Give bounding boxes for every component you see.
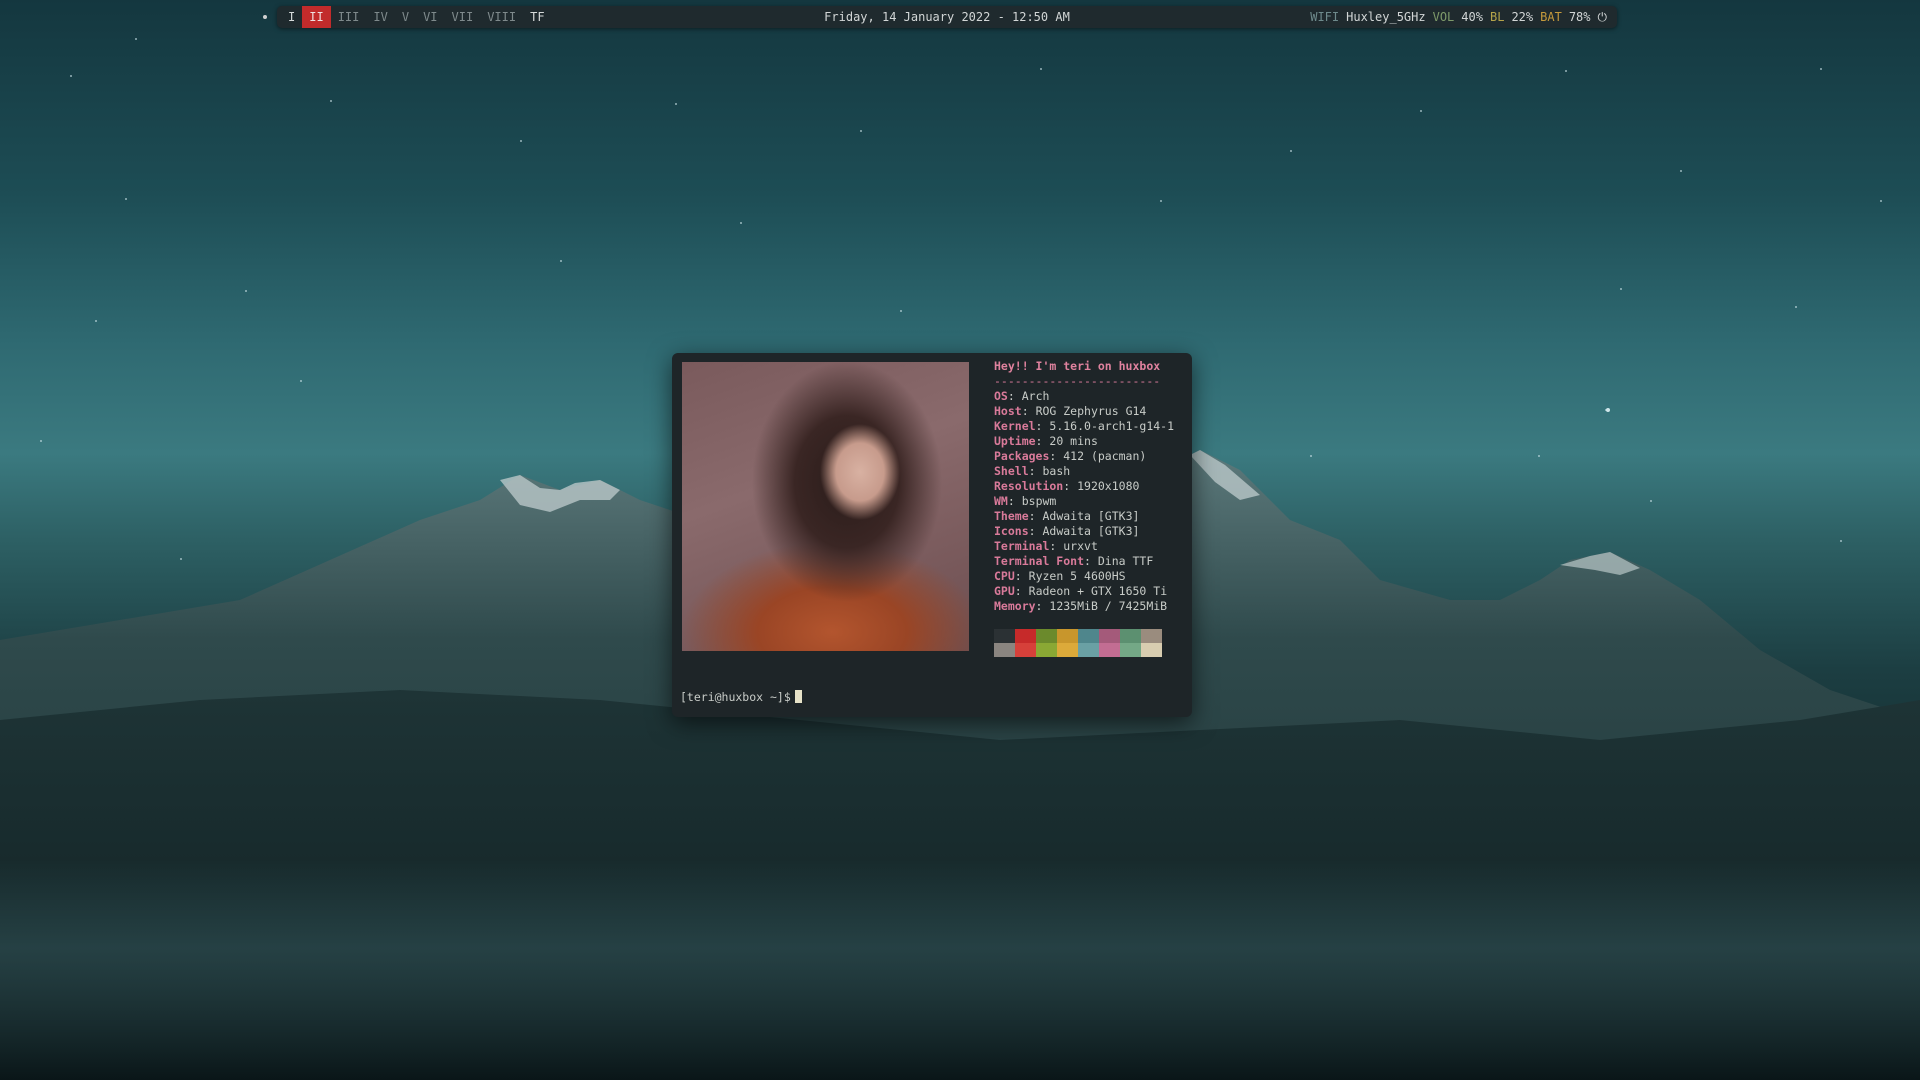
info-row: Terminal: urxvt: [994, 539, 1098, 553]
top-panel: I II III IV V VI VII VIII TF Friday, 14 …: [263, 6, 1617, 28]
info-value: urxvt: [1063, 539, 1098, 553]
info-row: GPU: Radeon + GTX 1650 Ti: [994, 584, 1168, 598]
info-row: Host: ROG Zephyrus G14: [994, 404, 1147, 418]
info-row: Kernel: 5.16.0-arch1-g14-1: [994, 419, 1175, 433]
info-value: Adwaita [GTK3]: [1042, 524, 1140, 538]
info-value: Adwaita [GTK3]: [1042, 509, 1140, 523]
text-cursor: [794, 690, 802, 703]
volume-label: VOL: [1432, 10, 1455, 24]
color-swatch: [1141, 629, 1162, 643]
neofetch-title: Hey!! I'm teri on huxbox: [994, 359, 1161, 373]
terminal-window[interactable]: Hey!! I'm teri on huxbox ---------------…: [672, 353, 1192, 717]
color-swatch: [1057, 629, 1078, 643]
info-value: Radeon + GTX 1650 Ti: [1028, 584, 1168, 598]
color-swatch: [1099, 643, 1120, 657]
info-key: Resolution: [994, 479, 1064, 493]
info-value: 20 mins: [1049, 434, 1098, 448]
info-key: Terminal: [994, 539, 1050, 553]
info-key: Kernel: [994, 419, 1036, 433]
panel-indicator-dot: [263, 15, 267, 19]
info-row: WM: bspwm: [994, 494, 1057, 508]
info-value: ROG Zephyrus G14: [1035, 404, 1147, 418]
color-swatch: [994, 629, 1015, 643]
color-swatch: [1099, 629, 1120, 643]
neofetch-separator: ------------------------: [994, 374, 1161, 388]
info-value: 1920x1080: [1077, 479, 1140, 493]
color-swatch: [1015, 643, 1036, 657]
info-key: CPU: [994, 569, 1015, 583]
info-key: WM: [994, 494, 1008, 508]
info-key: Terminal Font: [994, 554, 1085, 568]
info-value: 412 (pacman): [1063, 449, 1147, 463]
info-value: Dina TTF: [1097, 554, 1154, 568]
battery-label: BAT: [1540, 10, 1562, 24]
info-value: Ryzen 5 4600HS: [1028, 569, 1126, 583]
info-value: 5.16.0-arch1-g14-1: [1049, 419, 1175, 433]
color-swatch: [1141, 643, 1162, 657]
color-swatch: [1036, 629, 1057, 643]
neofetch-portrait-image: [682, 362, 969, 651]
prompt-text: [teri@huxbox ~]$: [680, 690, 791, 704]
info-key: Shell: [994, 464, 1029, 478]
info-row: Theme: Adwaita [GTK3]: [994, 509, 1140, 523]
info-key: Host: [994, 404, 1022, 418]
color-swatch: [994, 643, 1015, 657]
info-row: Uptime: 20 mins: [994, 434, 1098, 448]
info-key: Icons: [994, 524, 1029, 538]
color-swatch: [1015, 629, 1036, 643]
info-value: bash: [1042, 464, 1071, 478]
info-row: CPU: Ryzen 5 4600HS: [994, 569, 1126, 583]
color-swatch: [1078, 629, 1099, 643]
info-key: Packages: [994, 449, 1050, 463]
color-palette: [994, 629, 1162, 657]
info-row: OS: Arch: [994, 389, 1050, 403]
info-key: Memory: [994, 599, 1036, 613]
info-row: Resolution: 1920x1080: [994, 479, 1140, 493]
wifi-label: WIFI: [1310, 10, 1340, 24]
info-row: Packages: 412 (pacman): [994, 449, 1147, 463]
info-value: 1235MiB / 7425MiB: [1049, 599, 1168, 613]
info-row: Memory: 1235MiB / 7425MiB: [994, 599, 1168, 613]
info-key: Uptime: [994, 434, 1036, 448]
color-swatch: [1036, 643, 1057, 657]
info-key: Theme: [994, 509, 1029, 523]
power-icon[interactable]: ⏻: [1598, 6, 1608, 28]
backlight-label: BL: [1489, 10, 1505, 24]
backlight-value[interactable]: 22%: [1511, 6, 1533, 28]
info-value: Arch: [1021, 389, 1050, 403]
color-swatch: [1120, 629, 1141, 643]
info-key: OS: [994, 389, 1008, 403]
info-row: Icons: Adwaita [GTK3]: [994, 524, 1140, 538]
info-value: bspwm: [1021, 494, 1057, 508]
volume-value[interactable]: 40%: [1461, 6, 1483, 28]
wifi-ssid[interactable]: Huxley_5GHz: [1346, 6, 1425, 28]
status-modules: WIFI Huxley_5GHz VOL 40% BL 22% BAT 78% …: [1310, 6, 1607, 28]
battery-value: 78%: [1568, 10, 1591, 24]
color-swatch: [1057, 643, 1078, 657]
shell-prompt[interactable]: [teri@huxbox ~]$: [680, 690, 802, 704]
neofetch-info: Hey!! I'm teri on huxbox ---------------…: [994, 359, 1189, 614]
info-row: Shell: bash: [994, 464, 1071, 478]
info-key: GPU: [994, 584, 1015, 598]
color-swatch: [1078, 643, 1099, 657]
info-row: Terminal Font: Dina TTF: [994, 554, 1154, 568]
color-swatch: [1120, 643, 1141, 657]
